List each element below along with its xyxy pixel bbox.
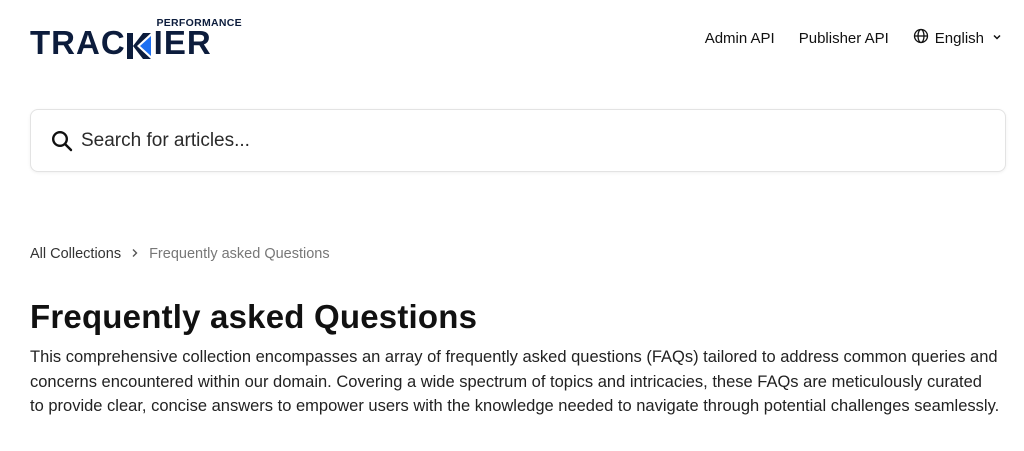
chevron-right-icon xyxy=(131,247,139,261)
language-label: English xyxy=(934,29,984,47)
logo-k-mark-icon xyxy=(126,30,153,59)
search-box[interactable] xyxy=(30,109,1006,172)
trackier-logo[interactable]: PERFORMANCE TRAC IER xyxy=(30,17,244,59)
breadcrumb-current: Frequently asked Questions xyxy=(149,246,330,262)
globe-icon xyxy=(913,28,929,48)
collection-description: This comprehensive collection encompasse… xyxy=(30,348,1000,415)
logo-text-left: TRAC xyxy=(30,24,126,61)
language-selector[interactable]: English xyxy=(913,28,1002,48)
site-header: PERFORMANCE TRAC IER Admin API Publisher… xyxy=(0,0,1024,80)
logo-wordmark: TRAC IER xyxy=(30,24,212,61)
logo-text-right: IER xyxy=(153,24,212,61)
top-nav: Admin API Publisher API English xyxy=(705,28,1002,48)
breadcrumb-all-collections[interactable]: All Collections xyxy=(30,246,121,262)
search-icon xyxy=(51,130,73,152)
chevron-down-icon xyxy=(992,32,1002,45)
breadcrumb: All Collections Frequently asked Questio… xyxy=(30,246,330,262)
page-title: Frequently asked Questions xyxy=(30,298,478,335)
search-input[interactable] xyxy=(81,129,961,152)
publisher-api-link[interactable]: Publisher API xyxy=(799,30,889,47)
admin-api-link[interactable]: Admin API xyxy=(705,30,775,47)
